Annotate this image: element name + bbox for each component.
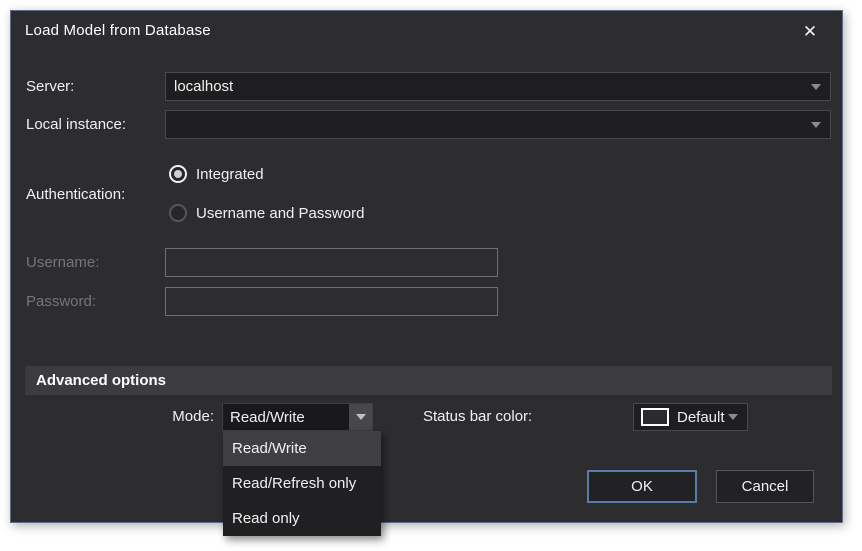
server-combobox[interactable]: localhost [165, 72, 831, 101]
mode-combobox[interactable]: Read/Write [222, 403, 373, 431]
ok-button[interactable]: OK [587, 470, 697, 503]
radio-integrated[interactable]: Integrated [169, 160, 264, 188]
password-field[interactable] [165, 287, 498, 316]
mode-dropdown-button[interactable] [349, 404, 372, 430]
local-instance-label: Local instance: [26, 116, 127, 133]
status-bar-color-value: Default [677, 408, 725, 426]
dialog-title: Load Model from Database [25, 22, 211, 39]
close-icon[interactable]: ✕ [796, 19, 824, 45]
mode-option-read-refresh-only[interactable]: Read/Refresh only [223, 466, 381, 501]
chevron-down-icon [355, 414, 366, 420]
status-bar-color-combobox[interactable]: Default [633, 403, 748, 431]
status-bar-color-label: Status bar color: [423, 408, 533, 425]
load-model-dialog: Load Model from Database ✕ Server: local… [10, 10, 843, 536]
username-label: Username: [26, 254, 100, 271]
mode-label: Mode: [172, 408, 214, 425]
radio-username-password-label: Username and Password [196, 204, 365, 222]
authentication-label: Authentication: [26, 186, 126, 203]
username-field[interactable] [165, 248, 498, 277]
radio-selected-icon [169, 165, 187, 183]
color-swatch [641, 408, 669, 426]
radio-username-password[interactable]: Username and Password [169, 199, 364, 227]
chevron-down-icon [728, 414, 738, 420]
server-value: localhost [174, 78, 234, 95]
mode-value: Read/Write [230, 408, 305, 426]
radio-unselected-icon [169, 204, 187, 222]
local-instance-combobox[interactable] [165, 110, 831, 139]
mode-option-read-only[interactable]: Read only [223, 501, 381, 536]
server-label: Server: [26, 78, 75, 95]
radio-integrated-label: Integrated [196, 165, 264, 183]
mode-dropdown-list: Read/Write Read/Refresh only Read only [223, 431, 381, 536]
chevron-down-icon [811, 83, 821, 90]
password-label: Password: [26, 293, 97, 310]
cancel-button[interactable]: Cancel [716, 470, 814, 503]
mode-option-read-write[interactable]: Read/Write [223, 431, 381, 466]
advanced-options-header: Advanced options [25, 366, 832, 395]
chevron-down-icon [811, 121, 821, 128]
